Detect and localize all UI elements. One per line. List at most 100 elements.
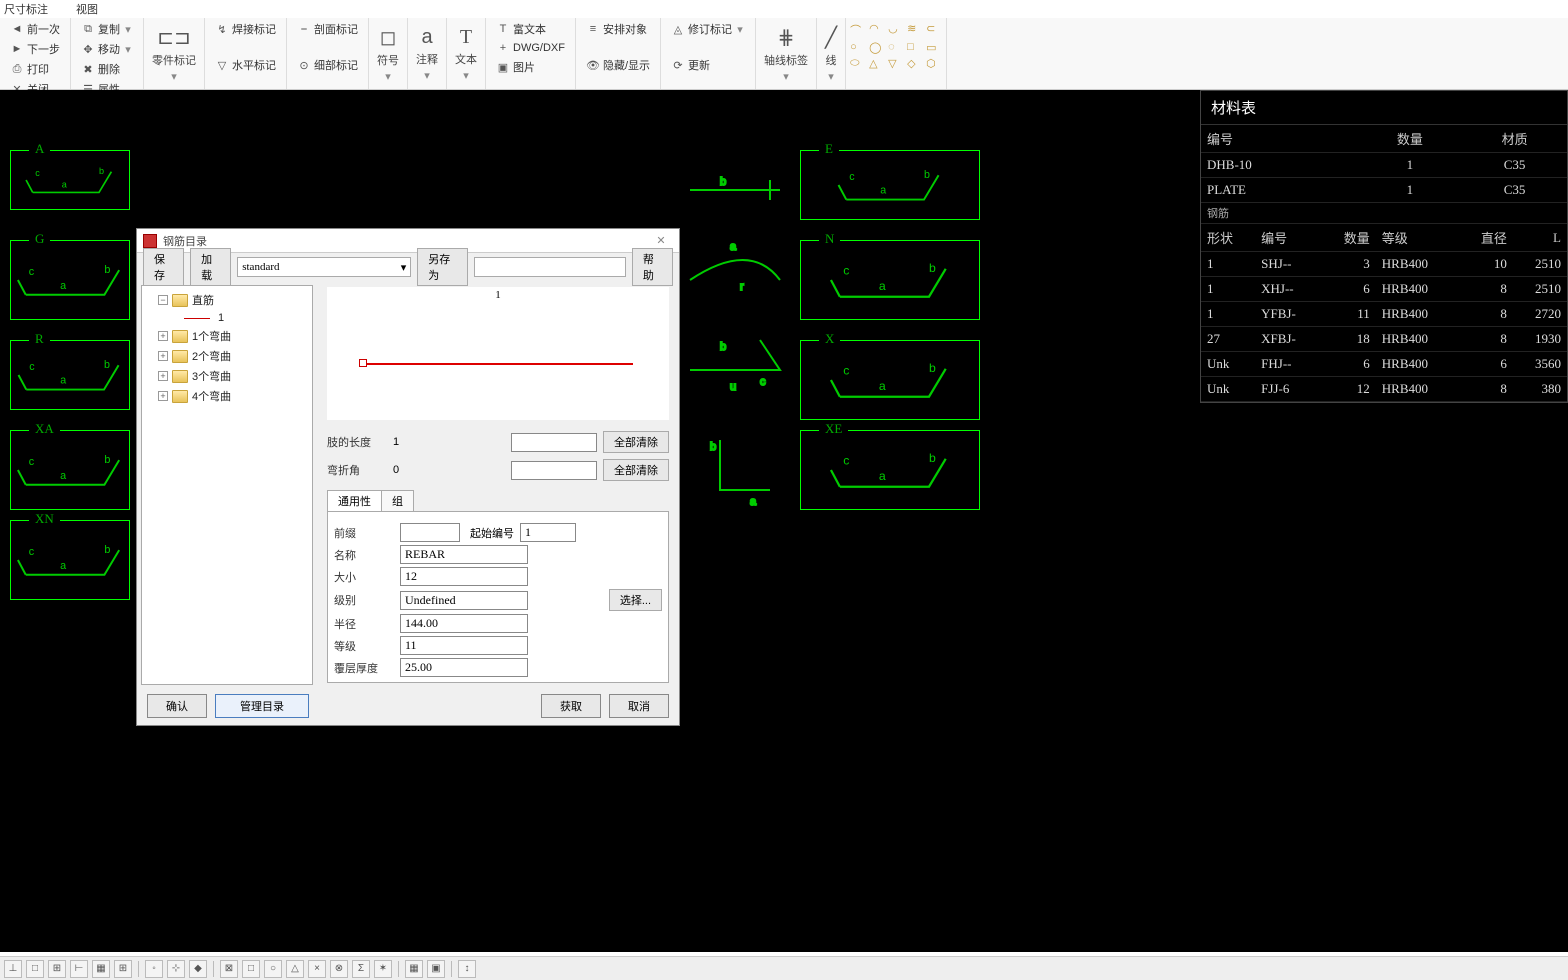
bend-angle-input[interactable] [511, 461, 597, 480]
svg-text:a: a [60, 560, 66, 572]
btn-rtf[interactable]: T富文本 [492, 20, 569, 38]
mode-c-icon[interactable]: ○ [264, 960, 282, 978]
snap-mid-icon[interactable]: □ [26, 960, 44, 978]
btn-detail[interactable]: ⊙细部标记 [293, 56, 362, 74]
btn-axis[interactable]: ⋕轴线标签▾ [756, 18, 817, 89]
shape-tree[interactable]: −直筋1+1个弯曲+2个弯曲+3个弯曲+4个弯曲 [141, 285, 313, 685]
image-icon: ▣ [496, 60, 510, 74]
tree-item[interactable]: 1 [144, 310, 310, 326]
btn-revmark[interactable]: ◬修订标记▾ [667, 20, 749, 38]
menu-view[interactable]: 视图 [76, 1, 98, 17]
name-input[interactable] [400, 545, 528, 564]
cancel-button[interactable]: 取消 [609, 694, 669, 718]
mode-e-icon[interactable]: × [308, 960, 326, 978]
svg-text:a: a [879, 469, 886, 483]
btn-hide[interactable]: 👁隐藏/显示 [582, 56, 654, 74]
align-icon: ≡ [586, 22, 600, 36]
btn-prev[interactable]: ◄前一次 [6, 20, 64, 38]
btn-partmark[interactable]: ⊏⊐零件标记▾ [144, 18, 205, 89]
btn-line[interactable]: ╱线▾ [817, 18, 846, 89]
svg-text:c: c [29, 456, 35, 468]
manage-button[interactable]: 管理目录 [215, 694, 309, 718]
btn-delete[interactable]: ✖删除 [77, 60, 137, 78]
btn-next[interactable]: ►下一步 [6, 40, 64, 58]
btn-cut[interactable]: ⎯剖面标记 [293, 20, 362, 38]
tab-group[interactable]: 组 [381, 490, 414, 512]
mode-k-icon[interactable]: ↕ [458, 960, 476, 978]
detail-icon: ⊙ [297, 58, 311, 72]
shape-tools[interactable]: ⌒◠◡≋⊂ ○◯◌□▭ ⬭△▽◇⬡ [850, 22, 942, 70]
saveas-input[interactable] [474, 257, 626, 277]
mode-b-icon[interactable]: □ [242, 960, 260, 978]
btn-move[interactable]: ✥移动▾ [77, 40, 137, 58]
mode-g-icon[interactable]: Σ [352, 960, 370, 978]
snap-endpoint-icon[interactable]: ⊥ [4, 960, 22, 978]
mode-f-icon[interactable]: ⊗ [330, 960, 348, 978]
tab-general[interactable]: 通用性 [327, 490, 382, 512]
shape-XE[interactable]: XEabc [800, 430, 980, 510]
radius-input[interactable] [400, 614, 528, 633]
weld-icon: ↯ [215, 22, 229, 36]
btn-note[interactable]: a注释▾ [408, 18, 447, 89]
tree-item[interactable]: +4个弯曲 [144, 386, 310, 406]
app-icon [143, 234, 157, 248]
get-button[interactable]: 获取 [541, 694, 601, 718]
svg-text:b: b [104, 359, 110, 371]
snap-intersect-icon[interactable]: ⊢ [70, 960, 88, 978]
btn-text[interactable]: T文本▾ [447, 18, 486, 89]
mode-j-icon[interactable]: ▣ [427, 960, 445, 978]
osnap-point-icon[interactable]: ◦ [145, 960, 163, 978]
mode-d-icon[interactable]: △ [286, 960, 304, 978]
btn-weld[interactable]: ↯焊接标记 [211, 20, 280, 38]
size-input[interactable] [400, 567, 528, 586]
shape-XN[interactable]: XNabc [10, 520, 130, 600]
tree-item[interactable]: +3个弯曲 [144, 366, 310, 386]
mode-a-icon[interactable]: ⊠ [220, 960, 238, 978]
save-button[interactable]: 保存 [143, 248, 184, 286]
clear-all-leg-button[interactable]: 全部清除 [603, 431, 669, 453]
tree-item[interactable]: −直筋 [144, 290, 310, 310]
ok-button[interactable]: 确认 [147, 694, 207, 718]
chevron-down-icon: ▾ [401, 261, 407, 274]
shape-G[interactable]: Gabc [10, 240, 130, 320]
cover-input[interactable] [400, 658, 528, 677]
btn-level[interactable]: ▽水平标记 [211, 56, 280, 74]
clear-all-bend-button[interactable]: 全部清除 [603, 459, 669, 481]
shape-X[interactable]: Xabc [800, 340, 980, 420]
btn-print[interactable]: ⎙打印 [6, 60, 64, 78]
tree-item[interactable]: +2个弯曲 [144, 346, 310, 366]
svg-text:b: b [99, 166, 104, 176]
btn-update[interactable]: ⟳更新 [667, 56, 749, 74]
drawing-canvas[interactable]: AabcEabcGabcNabcRabcXabcXAabcXEabcXNabc … [0, 90, 1568, 952]
shape-N[interactable]: Nabc [800, 240, 980, 320]
snap-grid-icon[interactable]: ▦ [92, 960, 110, 978]
btn-symbol[interactable]: ◻符号▾ [369, 18, 408, 89]
cut-icon: ⎯ [297, 22, 311, 36]
choose-button[interactable]: 选择... [609, 589, 662, 611]
svg-text:b: b [104, 264, 110, 276]
startno-input[interactable] [520, 523, 576, 542]
shape-R[interactable]: Rabc [10, 340, 130, 410]
osnap-on-icon[interactable]: ◆ [189, 960, 207, 978]
snap-center-icon[interactable]: ⊞ [48, 960, 66, 978]
snap-perp-icon[interactable]: ⊞ [114, 960, 132, 978]
dialog-close-button[interactable]: ✕ [649, 234, 673, 247]
shape-A[interactable]: Aabc [10, 150, 130, 210]
shape-E[interactable]: Eabc [800, 150, 980, 220]
leg-length-input[interactable] [511, 433, 597, 452]
load-button[interactable]: 加载 [190, 248, 231, 286]
grade-input[interactable] [400, 636, 528, 655]
preset-select[interactable]: standard▾ [237, 257, 411, 277]
btn-dwg[interactable]: +DWG/DXF [492, 40, 569, 56]
menu-dim[interactable]: 尺寸标注 [4, 1, 48, 17]
prefix-input[interactable] [400, 523, 460, 542]
osnap-near-icon[interactable]: ⊹ [167, 960, 185, 978]
btn-copy[interactable]: ⧉复制▾ [77, 20, 137, 38]
tree-item[interactable]: +1个弯曲 [144, 326, 310, 346]
btn-img[interactable]: ▣图片 [492, 58, 569, 76]
btn-align[interactable]: ≡安排对象 [582, 20, 654, 38]
class-input[interactable] [400, 591, 528, 610]
mode-i-icon[interactable]: ▦ [405, 960, 423, 978]
mode-h-icon[interactable]: ✶ [374, 960, 392, 978]
shape-XA[interactable]: XAabc [10, 430, 130, 510]
